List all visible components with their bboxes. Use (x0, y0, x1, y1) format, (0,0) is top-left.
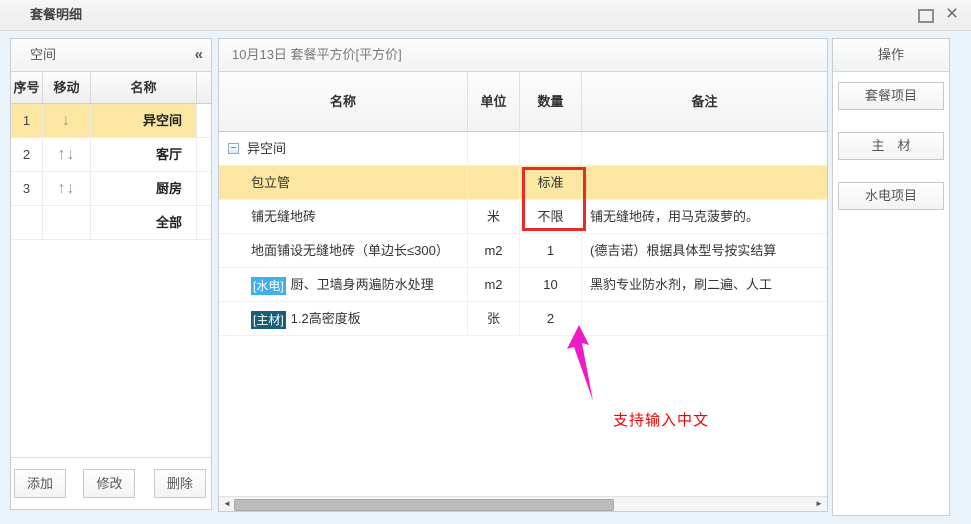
space-name: 客厅 (91, 138, 197, 171)
move-arrows (43, 206, 91, 239)
space-name: 厨房 (91, 172, 197, 205)
col-unit: 单位 (468, 72, 520, 131)
item-row[interactable]: 铺无缝地砖 米 不限 铺无缝地砖，用马克菠萝的。 (219, 200, 827, 234)
scroll-left-icon[interactable]: ◄ (221, 497, 233, 511)
group-name: 异空间 (247, 132, 286, 165)
space-row[interactable]: 3 ↑↓ 厨房 (11, 172, 211, 206)
row-spacer (197, 206, 211, 239)
row-seq (11, 206, 43, 239)
cell-unit (468, 132, 520, 165)
space-panel-title: 空间 (30, 47, 56, 62)
item-name: 铺无缝地砖 (219, 200, 468, 233)
items-table-header: 名称 单位 数量 备注 (219, 72, 827, 132)
close-icon: × (946, 2, 958, 25)
maximize-icon (918, 9, 934, 23)
modify-button[interactable]: 修改 (83, 469, 135, 498)
move-up-icon[interactable]: ↑ (58, 180, 67, 197)
items-panel: 10月13日 套餐平方价[平方价] 名称 单位 数量 备注 −异空间 包立管 标… (218, 38, 828, 512)
cell-note: (德吉诺）根据具体型号按实结算 (582, 234, 827, 267)
scrollbar-thumb[interactable] (234, 499, 614, 511)
package-item-button[interactable]: 套餐项目 (838, 82, 944, 110)
items-panel-title: 10月13日 套餐平方价[平方价] (232, 47, 402, 62)
move-arrows[interactable]: ↑↓ (43, 172, 91, 205)
item-row[interactable]: 地面铺设无缝地砖（单边长≤300） m2 1 (德吉诺）根据具体型号按实结算 (219, 234, 827, 268)
space-actions: 添加 修改 删除 (11, 457, 211, 509)
cell-qty[interactable]: 1 (520, 234, 582, 267)
collapse-panel-icon[interactable]: « (195, 39, 203, 71)
material-badge: [主材] (251, 311, 286, 329)
cell-note (582, 302, 827, 335)
hydropower-badge: [水电] (251, 277, 286, 295)
delete-button[interactable]: 删除 (154, 469, 206, 498)
horizontal-scrollbar[interactable]: ◄ ► (219, 496, 827, 511)
move-down-icon[interactable]: ↓ (67, 180, 76, 197)
window-title: 套餐明细 (30, 0, 82, 30)
scroll-right-icon[interactable]: ► (813, 497, 825, 511)
item-name: 地面铺设无缝地砖（单边长≤300） (219, 234, 468, 267)
move-up-icon[interactable]: ↑ (58, 146, 67, 163)
row-seq: 2 (11, 138, 43, 171)
item-row[interactable]: 包立管 标准 (219, 166, 827, 200)
annotation-arrow-icon (565, 323, 601, 403)
cell-qty[interactable]: 10 (520, 268, 582, 301)
row-spacer (197, 172, 211, 205)
item-name: 厨、卫墙身两遍防水处理 (291, 277, 434, 292)
space-table-header: 序号 移动 名称 (11, 72, 211, 104)
group-row[interactable]: −异空间 (219, 132, 827, 166)
row-spacer (197, 104, 211, 137)
cell-qty[interactable]: 标准 (520, 166, 582, 199)
items-panel-header: 10月13日 套餐平方价[平方价] (219, 39, 827, 72)
row-seq: 1 (11, 104, 43, 137)
cell-unit: m2 (468, 234, 520, 267)
cell-unit: 米 (468, 200, 520, 233)
space-row[interactable]: 2 ↑↓ 客厅 (11, 138, 211, 172)
col-qty: 数量 (520, 72, 582, 131)
cell-note (582, 132, 827, 165)
cell-note: 铺无缝地砖，用马克菠萝的。 (582, 200, 827, 233)
cell-note (582, 166, 827, 199)
cell-qty[interactable] (520, 132, 582, 165)
space-panel: 空间 « 序号 移动 名称 1 ↓ 异空间 2 ↑↓ 客厅 3 ↑↓ 厨房 (10, 38, 212, 510)
cell-note: 黑豹专业防水剂，刷二遍、人工 (582, 268, 827, 301)
hydropower-item-button[interactable]: 水电项目 (838, 182, 944, 210)
cell-unit: m2 (468, 268, 520, 301)
operations-panel-header: 操作 (833, 39, 949, 72)
tree-collapse-icon[interactable]: − (228, 143, 239, 154)
space-name: 全部 (91, 206, 197, 239)
space-panel-header: 空间 « (11, 39, 211, 72)
package-detail-window: 套餐明细 × 空间 « 序号 移动 名称 1 ↓ 异空间 2 ↑↓ 客厅 3 (0, 0, 971, 524)
col-move: 移动 (43, 72, 91, 103)
close-button[interactable]: × (941, 0, 963, 30)
space-row[interactable]: 全部 (11, 206, 211, 240)
annotation-text: 支持输入中文 (613, 409, 709, 430)
row-seq: 3 (11, 172, 43, 205)
operations-panel-title: 操作 (878, 47, 904, 62)
item-row[interactable]: [水电] 厨、卫墙身两遍防水处理 m2 10 黑豹专业防水剂，刷二遍、人工 (219, 268, 827, 302)
col-note: 备注 (582, 72, 827, 131)
item-name: 包立管 (219, 166, 468, 199)
maximize-button[interactable] (915, 0, 937, 30)
space-name: 异空间 (91, 104, 197, 137)
add-button[interactable]: 添加 (14, 469, 66, 498)
space-row[interactable]: 1 ↓ 异空间 (11, 104, 211, 138)
col-seq: 序号 (11, 72, 43, 103)
move-arrows[interactable]: ↓ (43, 104, 91, 137)
item-name: 1.2高密度板 (291, 311, 361, 326)
row-spacer (197, 138, 211, 171)
cell-unit (468, 166, 520, 199)
move-down-icon[interactable]: ↓ (62, 112, 71, 129)
item-row[interactable]: [主材]1.2高密度板 张 2 (219, 302, 827, 336)
col-name: 名称 (91, 72, 197, 103)
col-item-name: 名称 (219, 72, 468, 131)
cell-unit: 张 (468, 302, 520, 335)
col-spacer (197, 72, 211, 103)
move-arrows[interactable]: ↑↓ (43, 138, 91, 171)
cell-qty[interactable]: 不限 (520, 200, 582, 233)
titlebar: 套餐明细 × (0, 0, 971, 31)
main-material-button[interactable]: 主 材 (838, 132, 944, 160)
move-down-icon[interactable]: ↓ (67, 146, 76, 163)
operations-panel: 操作 套餐项目 主 材 水电项目 (832, 38, 950, 516)
